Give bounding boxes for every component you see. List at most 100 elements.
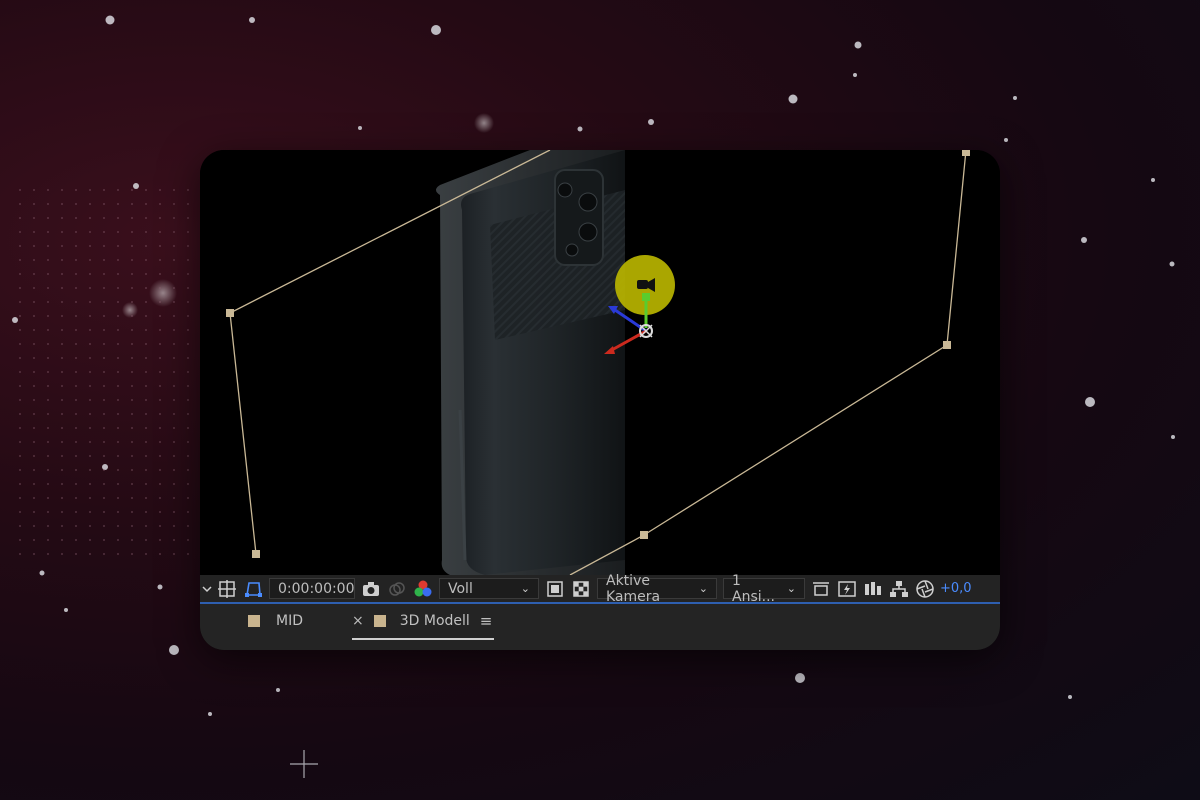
background-dot [75, 511, 77, 513]
background-dot [47, 357, 49, 359]
background-dot [19, 399, 21, 401]
background-dot [131, 259, 133, 261]
tree-icon[interactable] [886, 575, 912, 602]
camera-view-value: Aktive Kamera [606, 572, 661, 605]
fast-preview-icon[interactable] [834, 575, 860, 602]
layout-icon[interactable] [808, 575, 834, 602]
background-dot [33, 427, 35, 429]
background-dot [145, 511, 147, 513]
background-dot [117, 357, 119, 359]
background-dot [131, 525, 133, 527]
background-dot [145, 231, 147, 233]
background-dot [61, 483, 63, 485]
background-dot [131, 385, 133, 387]
background-dot [103, 385, 105, 387]
background-dot [173, 273, 175, 275]
background-dot [145, 385, 147, 387]
background-dot [145, 371, 147, 373]
background-dot [187, 441, 189, 443]
timecode-value: 0:00:00:00 [278, 580, 355, 597]
flowchart-icon[interactable] [860, 575, 886, 602]
background-dot [75, 539, 77, 541]
background-dot [47, 287, 49, 289]
background-dot [131, 343, 133, 345]
background-dot [145, 497, 147, 499]
background-dot [47, 525, 49, 527]
background-dot [159, 399, 161, 401]
background-dot [47, 343, 49, 345]
background-dot [61, 525, 63, 527]
background-dot [47, 315, 49, 317]
chevron-down-icon[interactable] [200, 575, 214, 602]
background-dot [61, 399, 63, 401]
background-dot [75, 497, 77, 499]
background-dot [159, 189, 161, 191]
background-dot [145, 273, 147, 275]
timecode-field[interactable]: 0:00:00:00 [269, 578, 355, 599]
background-dot [61, 343, 63, 345]
background-dot [173, 511, 175, 513]
background-dot [187, 385, 189, 387]
background-dot [131, 399, 133, 401]
background-dot [75, 441, 77, 443]
background-dot [173, 343, 175, 345]
background-dot [47, 399, 49, 401]
mask-path-icon[interactable] [240, 575, 266, 602]
background-dot [19, 385, 21, 387]
composition-viewport[interactable] [200, 150, 1000, 575]
background-dot [103, 497, 105, 499]
background-dot [131, 301, 133, 303]
background-dot [159, 245, 161, 247]
background-dot [103, 217, 105, 219]
transparency-grid-icon[interactable] [568, 575, 594, 602]
background-dot [159, 385, 161, 387]
tab-menu-icon[interactable]: ≡ [480, 612, 493, 630]
background-dot [89, 189, 91, 191]
background-dot [117, 259, 119, 261]
tab-mid[interactable]: MID [248, 604, 303, 638]
background-dot [173, 553, 175, 555]
background-dot [159, 273, 161, 275]
background-dot [75, 203, 77, 205]
camera-snapshot-icon[interactable] [358, 575, 384, 602]
background-dot [103, 441, 105, 443]
channel-rgb-icon[interactable] [410, 575, 436, 602]
background-dot [117, 539, 119, 541]
background-dot [19, 217, 21, 219]
resolution-select[interactable]: Voll ⌄ [439, 578, 539, 599]
background-dot [19, 371, 21, 373]
background-dot [145, 203, 147, 205]
background-dot [47, 203, 49, 205]
region-of-interest-icon[interactable] [542, 575, 568, 602]
background-dot [173, 385, 175, 387]
tab-3d-modell[interactable]: × 3D Modell ≡ [352, 604, 495, 640]
background-dot [131, 497, 133, 499]
background-dot [145, 245, 147, 247]
background-dot [173, 217, 175, 219]
background-dot [89, 497, 91, 499]
background-dot [103, 371, 105, 373]
tab-label: MID [276, 613, 303, 629]
grid-guides-icon[interactable] [214, 575, 240, 602]
camera-view-select[interactable]: Aktive Kamera ⌄ [597, 573, 717, 605]
background-dot [47, 483, 49, 485]
background-dot [89, 231, 91, 233]
background-dot [131, 315, 133, 317]
background-dot [33, 357, 35, 359]
background-dot [173, 357, 175, 359]
background-dot [103, 273, 105, 275]
background-dot [187, 259, 189, 261]
background-dot [61, 189, 63, 191]
show-snapshot-icon[interactable] [384, 575, 410, 602]
background-dot [33, 497, 35, 499]
background-dot [103, 427, 105, 429]
background-dot [89, 287, 91, 289]
close-icon[interactable]: × [352, 613, 364, 629]
background-dot [117, 371, 119, 373]
background-dot [103, 525, 105, 527]
background-dot [117, 413, 119, 415]
view-layout-select[interactable]: 1 Ansi... ⌄ [723, 573, 805, 605]
exposure-reset-icon[interactable] [912, 575, 938, 602]
exposure-value[interactable]: +0,0 [938, 581, 972, 596]
background-dot [75, 301, 77, 303]
